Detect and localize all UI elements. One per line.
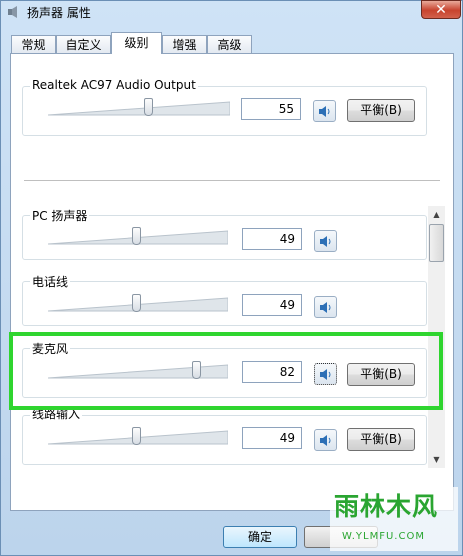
slider-thumb[interactable] <box>191 361 201 379</box>
watermark-url: W.YLMFU.COM <box>342 531 425 542</box>
phone-line-slider[interactable] <box>48 294 228 316</box>
microphone-slider[interactable] <box>48 361 228 383</box>
slider-thumb[interactable] <box>132 294 142 312</box>
scroll-thumb[interactable] <box>429 224 444 262</box>
scroll-down-icon[interactable]: ▼ <box>428 451 445 468</box>
microphone-mute-button[interactable] <box>314 363 337 385</box>
slider-thumb[interactable] <box>132 427 142 445</box>
master-slider[interactable] <box>48 98 230 120</box>
channel-label-phone-line: 电话线 <box>30 273 71 290</box>
channel-label-line-in: 线路输入 <box>30 405 83 422</box>
channel-label-pc-speaker: PC 扬声器 <box>30 207 90 224</box>
phone-line-mute-button[interactable] <box>314 296 337 318</box>
title-bar[interactable]: 扬声器 属性 ✕ <box>1 0 463 23</box>
tab-custom[interactable]: 自定义 <box>56 35 111 53</box>
pc-speaker-value[interactable]: 49 <box>242 228 302 250</box>
microphone-balance-button[interactable]: 平衡(B) <box>347 363 415 386</box>
slider-track <box>48 101 230 116</box>
speaker-app-icon <box>8 6 17 18</box>
speaker-icon <box>320 235 331 247</box>
ok-button[interactable]: 确定 <box>223 526 297 548</box>
master-label: Realtek AC97 Audio Output <box>30 78 198 92</box>
line-in-mute-button[interactable] <box>314 429 337 451</box>
channel-label-microphone: 麦克风 <box>30 340 71 357</box>
master-mute-button[interactable] <box>313 100 336 122</box>
phone-line-value[interactable]: 49 <box>242 294 302 316</box>
tab-general[interactable]: 常规 <box>11 35 56 53</box>
speaker-icon <box>320 434 331 446</box>
speaker-icon <box>320 301 331 313</box>
master-value[interactable]: 55 <box>241 98 301 120</box>
watermark-logo: 雨林木风 W.YLMFU.COM <box>330 487 458 551</box>
slider-track <box>48 364 228 379</box>
speaker-icon <box>319 105 330 117</box>
scroll-up-icon[interactable]: ▲ <box>428 206 445 223</box>
close-button[interactable]: ✕ <box>421 0 461 19</box>
line-in-balance-button[interactable]: 平衡(B) <box>347 428 415 451</box>
master-balance-button[interactable]: 平衡(B) <box>347 99 415 122</box>
watermark-text: 雨林木风 <box>334 492 439 521</box>
pc-speaker-slider[interactable] <box>48 227 228 249</box>
window-title: 扬声器 属性 <box>27 6 91 20</box>
tab-advanced[interactable]: 高级 <box>207 35 252 53</box>
slider-thumb[interactable] <box>144 98 154 116</box>
line-in-value[interactable]: 49 <box>242 427 302 449</box>
line-in-slider[interactable] <box>48 427 228 449</box>
slider-thumb[interactable] <box>132 227 142 245</box>
speaker-icon <box>320 368 331 380</box>
properties-window: 扬声器 属性 ✕ 常规 自定义 级别 增强 高级 Realtek AC97 Au… <box>0 0 463 556</box>
pc-speaker-mute-button[interactable] <box>314 230 337 252</box>
scrollbar[interactable]: ▲ ▼ <box>428 206 445 468</box>
separator <box>24 180 440 181</box>
tab-enhancements[interactable]: 增强 <box>162 35 207 53</box>
microphone-value[interactable]: 82 <box>242 361 302 383</box>
tab-levels[interactable]: 级别 <box>111 32 162 54</box>
close-icon: ✕ <box>435 1 447 18</box>
